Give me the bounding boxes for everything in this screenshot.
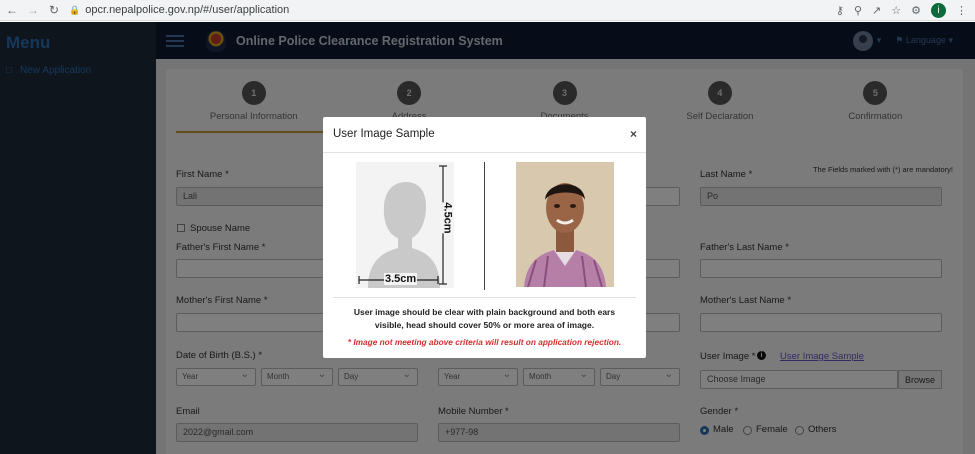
share-icon[interactable]: ↗ <box>872 4 881 17</box>
profile-avatar[interactable]: i <box>931 2 946 18</box>
forward-icon[interactable]: → <box>24 3 42 17</box>
key-icon[interactable]: ⚷ <box>836 4 844 17</box>
rejection-warning-text: * Image not meeting above criteria will … <box>347 337 622 347</box>
bookmark-star-icon[interactable]: ☆ <box>891 4 901 17</box>
sample-photo <box>516 162 614 287</box>
modal-title: User Image Sample <box>333 128 435 140</box>
width-dimension-label: 3.5cm <box>384 273 418 285</box>
sample-dimension-illustration: 4.5cm 3.5cm <box>356 162 454 288</box>
modal-divider <box>333 297 636 298</box>
address-bar[interactable]: 🔒 opcr.nepalpolice.gov.np/#/user/applica… <box>69 4 289 16</box>
modal-divider <box>323 152 646 153</box>
reload-icon[interactable]: ↻ <box>45 3 63 17</box>
extensions-icon[interactable]: ⚙ <box>911 4 921 17</box>
kebab-menu-icon[interactable]: ⋮ <box>956 4 967 17</box>
url-text: opcr.nepalpolice.gov.np/#/user/applicati… <box>85 4 290 16</box>
image-requirements-text: User image should be clear with plain ba… <box>353 307 616 330</box>
user-image-sample-modal: User Image Sample × 4.5cm 3.5cm User ima… <box>323 117 646 358</box>
height-dimension-label: 4.5cm <box>441 202 454 234</box>
zoom-icon[interactable]: ⚲ <box>854 4 862 17</box>
browser-toolbar: ← → ↻ 🔒 opcr.nepalpolice.gov.np/#/user/a… <box>0 0 975 21</box>
vertical-divider <box>484 162 485 290</box>
close-icon[interactable]: × <box>630 127 637 141</box>
back-icon[interactable]: ← <box>3 3 21 17</box>
lock-icon: 🔒 <box>69 4 81 15</box>
